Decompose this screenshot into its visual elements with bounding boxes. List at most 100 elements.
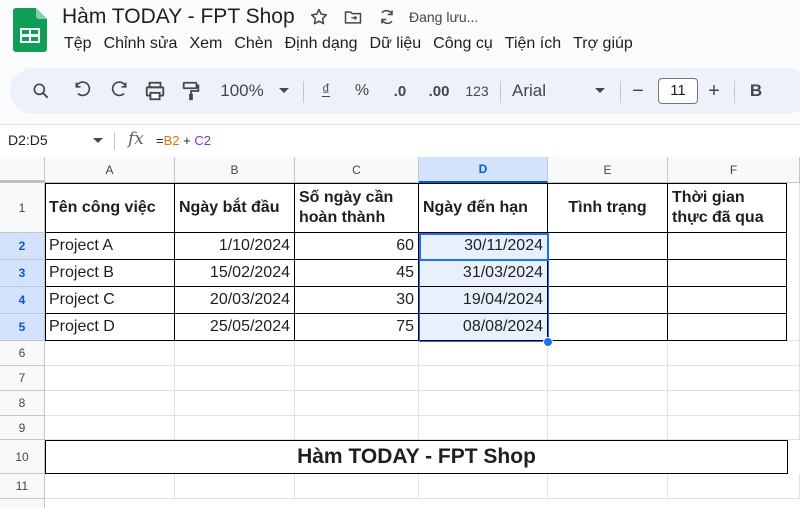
- row-header-11[interactable]: 11: [0, 474, 45, 499]
- merged-title-cell[interactable]: Hàm TODAY - FPT Shop: [45, 440, 788, 474]
- paint-format-icon[interactable]: [178, 68, 204, 114]
- table-cell-status[interactable]: [548, 314, 668, 341]
- row-header-5[interactable]: 5: [0, 314, 45, 341]
- cell[interactable]: [45, 366, 175, 391]
- cell[interactable]: [295, 341, 419, 366]
- table-cell-due[interactable]: 30/11/2024: [419, 233, 548, 260]
- table-cell-elapsed[interactable]: [668, 287, 787, 314]
- cell[interactable]: [668, 366, 800, 391]
- menu-data[interactable]: Dữ liệu: [364, 35, 428, 53]
- menu-view[interactable]: Xem: [183, 35, 228, 53]
- cell[interactable]: [295, 366, 419, 391]
- cell[interactable]: [548, 341, 668, 366]
- header-cell-status[interactable]: Tình trạng: [548, 183, 668, 233]
- font-select[interactable]: Arial: [512, 68, 556, 114]
- menu-insert[interactable]: Chèn: [228, 35, 278, 53]
- column-header-f[interactable]: F: [668, 157, 800, 183]
- cell[interactable]: [45, 391, 175, 416]
- cell[interactable]: [668, 474, 800, 499]
- table-cell-status[interactable]: [548, 233, 668, 260]
- name-box-dropdown-icon[interactable]: [92, 137, 104, 145]
- row-header-2[interactable]: 2: [0, 233, 45, 260]
- column-header-b[interactable]: B: [175, 157, 295, 183]
- menu-format[interactable]: Định dạng: [279, 35, 364, 53]
- font-dropdown-icon[interactable]: [592, 68, 608, 114]
- menu-edit[interactable]: Chỉnh sửa: [98, 35, 184, 53]
- table-cell-elapsed[interactable]: [668, 233, 787, 260]
- table-cell-elapsed[interactable]: [668, 314, 787, 341]
- print-icon[interactable]: [142, 68, 168, 114]
- cell[interactable]: [419, 366, 548, 391]
- cell[interactable]: [295, 474, 419, 499]
- select-all-corner[interactable]: [0, 157, 45, 183]
- formula-input[interactable]: =B2 + C2: [156, 133, 211, 148]
- star-icon[interactable]: [307, 5, 331, 29]
- table-cell-task[interactable]: Project D: [45, 314, 175, 341]
- menu-file[interactable]: Tệp: [58, 35, 98, 53]
- name-box[interactable]: D2:D5: [8, 132, 48, 148]
- table-cell-days[interactable]: 75: [295, 314, 419, 341]
- number-format-button[interactable]: 123: [460, 68, 494, 114]
- cell[interactable]: [295, 416, 419, 440]
- cell[interactable]: [175, 474, 295, 499]
- table-cell-elapsed[interactable]: [668, 260, 787, 287]
- table-cell-days[interactable]: 45: [295, 260, 419, 287]
- decrease-decimal-button[interactable]: .0: [386, 68, 414, 114]
- cell[interactable]: [175, 366, 295, 391]
- cell[interactable]: [548, 366, 668, 391]
- redo-icon[interactable]: [106, 68, 132, 114]
- table-cell-start[interactable]: 15/02/2024: [175, 260, 295, 287]
- table-cell-task[interactable]: Project B: [45, 260, 175, 287]
- row-header-9[interactable]: 9: [0, 416, 45, 440]
- cell[interactable]: [548, 416, 668, 440]
- table-cell-due[interactable]: 31/03/2024: [419, 260, 548, 287]
- cell[interactable]: [175, 416, 295, 440]
- header-cell-elapsed[interactable]: Thời gian thực đã qua: [668, 183, 787, 233]
- font-size-increase-button[interactable]: +: [704, 68, 724, 114]
- table-cell-days[interactable]: 30: [295, 287, 419, 314]
- cell[interactable]: [419, 416, 548, 440]
- document-title[interactable]: Hàm TODAY - FPT Shop: [62, 5, 295, 29]
- move-folder-icon[interactable]: [341, 5, 365, 29]
- cell[interactable]: [548, 474, 668, 499]
- fill-handle[interactable]: [543, 337, 553, 347]
- row-header-10[interactable]: 10: [0, 440, 45, 474]
- zoom-select[interactable]: 100%: [216, 68, 268, 114]
- table-cell-start[interactable]: 1/10/2024: [175, 233, 295, 260]
- row-header-7[interactable]: 7: [0, 366, 45, 391]
- table-cell-due[interactable]: 19/04/2024: [419, 287, 548, 314]
- column-header-e[interactable]: E: [548, 157, 668, 183]
- column-header-a[interactable]: A: [45, 157, 175, 183]
- cell[interactable]: [45, 341, 175, 366]
- cell[interactable]: [45, 416, 175, 440]
- table-cell-task[interactable]: Project A: [45, 233, 175, 260]
- font-size-decrease-button[interactable]: −: [628, 68, 648, 114]
- cell[interactable]: [419, 474, 548, 499]
- row-header-8[interactable]: 8: [0, 391, 45, 416]
- zoom-dropdown-icon[interactable]: [276, 68, 292, 114]
- cell[interactable]: [787, 183, 800, 341]
- menu-tools[interactable]: Công cụ: [427, 35, 499, 53]
- bold-button[interactable]: B: [744, 68, 768, 114]
- cloud-sync-icon[interactable]: [375, 5, 399, 29]
- row-header-6[interactable]: 6: [0, 341, 45, 366]
- search-menu-icon[interactable]: [28, 68, 54, 114]
- increase-decimal-button[interactable]: .00: [422, 68, 456, 114]
- row-header-12[interactable]: [0, 499, 45, 508]
- menu-help[interactable]: Trợ giúp: [567, 35, 639, 53]
- row-header-3[interactable]: 3: [0, 260, 45, 287]
- cell[interactable]: [668, 416, 800, 440]
- cell[interactable]: [419, 391, 548, 416]
- cell[interactable]: [45, 474, 175, 499]
- table-cell-start[interactable]: 25/05/2024: [175, 314, 295, 341]
- cell[interactable]: [668, 391, 800, 416]
- undo-icon[interactable]: [70, 68, 96, 114]
- header-cell-task[interactable]: Tên công việc: [45, 183, 175, 233]
- menu-extensions[interactable]: Tiện ích: [499, 35, 567, 53]
- cell[interactable]: [295, 391, 419, 416]
- cell[interactable]: [668, 341, 800, 366]
- table-cell-due[interactable]: 08/08/2024: [419, 314, 548, 341]
- cell[interactable]: [175, 341, 295, 366]
- row-header-1[interactable]: 1: [0, 183, 45, 233]
- sheets-logo-icon[interactable]: [13, 8, 47, 52]
